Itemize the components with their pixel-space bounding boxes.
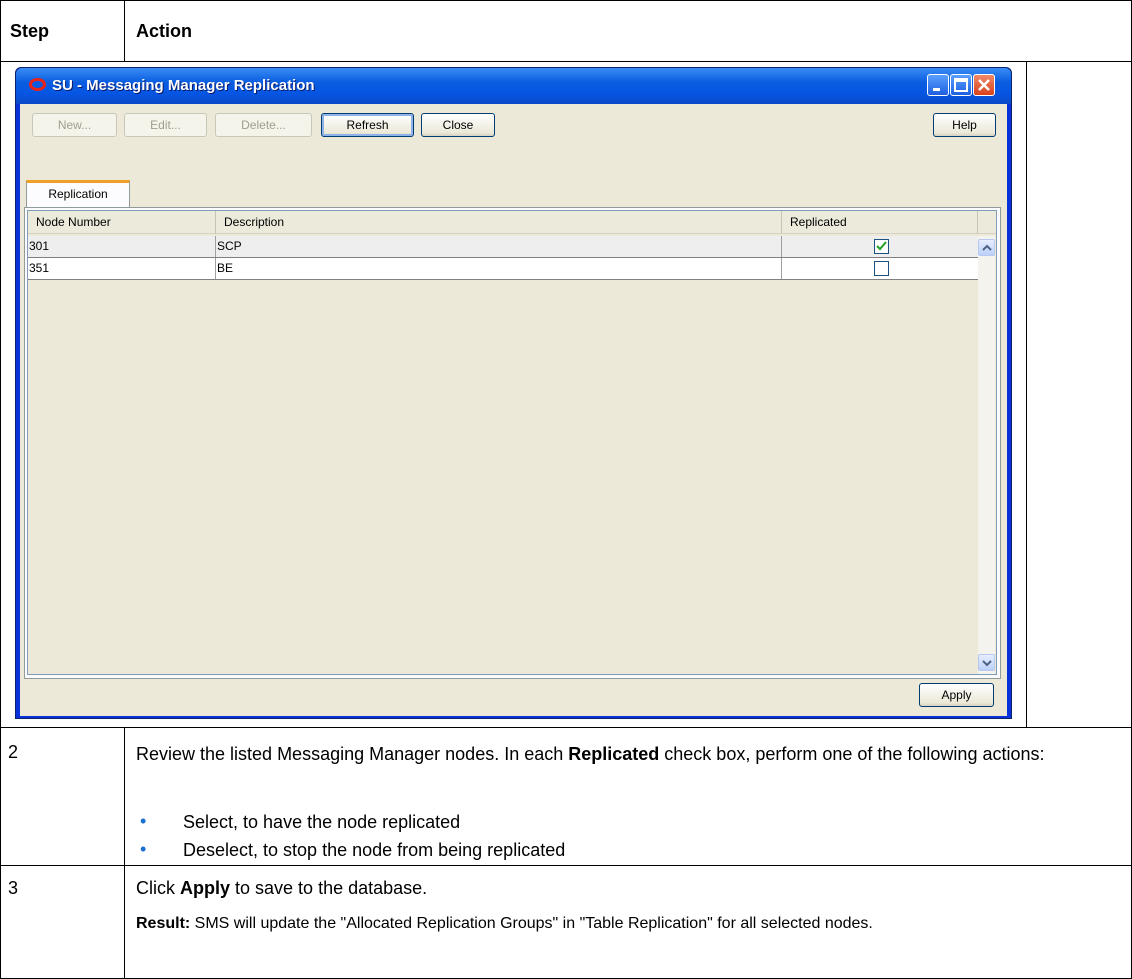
window-client-area: New... Edit... Delete... Refresh Close H…	[20, 104, 1007, 716]
instruction-text: to save to the database.	[230, 878, 428, 898]
instruction-text: Review the listed Messaging Manager node…	[136, 744, 569, 764]
action-header: Action	[136, 21, 192, 41]
checkmark-icon	[876, 241, 887, 251]
table-rule	[0, 0, 1132, 1]
vertical-scrollbar[interactable]	[978, 236, 995, 674]
step-instructions: Review the listed Messaging Manager node…	[136, 741, 1116, 767]
node-number-cell: 301	[28, 236, 216, 257]
oracle-logo-icon	[29, 78, 46, 91]
column-header-replicated[interactable]: Replicated	[782, 211, 978, 234]
column-header-description[interactable]: Description	[216, 211, 782, 234]
new-button[interactable]: New...	[32, 113, 117, 137]
result-note: Result: SMS will update the "Allocated R…	[136, 912, 1076, 935]
scroll-down-button[interactable]	[978, 654, 995, 671]
window-title: SU - Messaging Manager Replication	[52, 77, 315, 94]
bullet-icon: •	[140, 811, 147, 831]
table-rule	[0, 865, 1132, 866]
description-cell: BE	[216, 258, 782, 279]
replicated-cell	[782, 258, 978, 279]
bullet-text: Select, to have the node replicated	[183, 812, 461, 832]
replication-grid: Node Number Description Replicated 301 S…	[27, 210, 997, 675]
replicated-checkbox[interactable]	[874, 239, 889, 254]
table-row[interactable]: 351 BE	[28, 258, 978, 280]
close-button[interactable]: Close	[421, 113, 495, 137]
table-rule	[0, 61, 1132, 62]
node-number-cell: 351	[28, 258, 216, 279]
minimize-button[interactable]	[927, 74, 949, 96]
replicated-cell	[782, 236, 978, 257]
description-cell: SCP	[216, 236, 782, 257]
replicated-checkbox[interactable]	[874, 261, 889, 276]
scroll-up-button[interactable]	[978, 239, 995, 256]
maximize-icon	[954, 78, 968, 92]
table-row[interactable]: 301 SCP	[28, 236, 978, 258]
refresh-button[interactable]: Refresh	[321, 113, 414, 137]
minimize-icon	[933, 88, 940, 91]
replication-tab-panel: Node Number Description Replicated 301 S…	[24, 207, 1001, 679]
step-instructions: Click Apply to save to the database.	[136, 878, 427, 899]
window-titlebar[interactable]: SU - Messaging Manager Replication	[16, 68, 1011, 104]
instruction-text: check box, perform one of the following …	[659, 744, 1045, 764]
result-label: Result:	[136, 915, 191, 932]
result-text: SMS will update the "Allocated Replicati…	[190, 915, 873, 932]
instruction-bold: Replicated	[568, 744, 660, 764]
replication-window: SU - Messaging Manager Replication New..…	[15, 67, 1012, 719]
chevron-up-icon	[982, 244, 992, 251]
help-button[interactable]: Help	[933, 113, 996, 137]
bullet-icon: •	[140, 839, 147, 859]
step-header: Step	[10, 21, 50, 41]
table-rule	[1026, 62, 1027, 728]
chevron-down-icon	[982, 660, 992, 667]
edit-button[interactable]: Edit...	[124, 113, 207, 137]
apply-button[interactable]: Apply	[919, 683, 994, 707]
table-rule	[0, 0, 1, 979]
table-rule	[124, 727, 125, 979]
instruction-text: Click	[136, 878, 180, 898]
close-icon	[978, 79, 990, 91]
step-number: 2	[8, 742, 19, 762]
bullet-text: Deselect, to stop the node from being re…	[183, 840, 566, 860]
maximize-button[interactable]	[950, 74, 972, 96]
tab-replication[interactable]: Replication	[26, 180, 130, 208]
table-rule	[0, 727, 1132, 728]
delete-button[interactable]: Delete...	[215, 113, 312, 137]
close-window-button[interactable]	[973, 74, 995, 96]
column-header-node-number[interactable]: Node Number	[28, 211, 216, 234]
grid-header: Node Number Description Replicated	[28, 211, 996, 234]
step-number: 3	[8, 878, 19, 898]
instruction-bold: Apply	[180, 878, 231, 898]
table-rule	[124, 0, 125, 62]
